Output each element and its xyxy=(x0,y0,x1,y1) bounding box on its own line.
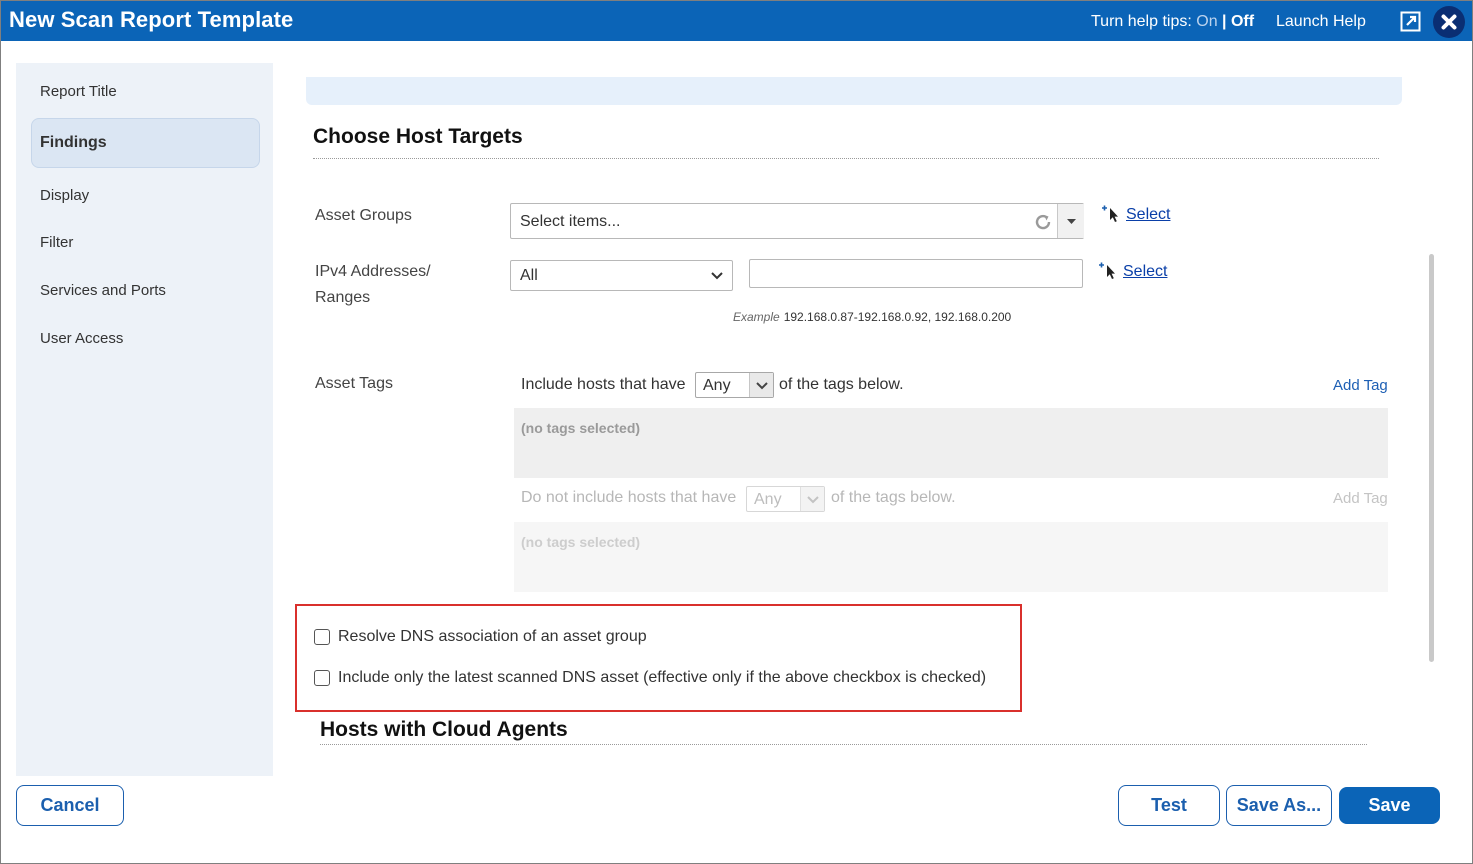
content-scrollbar[interactable] xyxy=(1429,254,1434,662)
include-match-select[interactable]: Any xyxy=(695,372,774,398)
exclude-hosts-prefix: Do not include hosts that have xyxy=(521,489,737,506)
asset-groups-placeholder: Select items... xyxy=(520,213,621,230)
help-tips-off[interactable]: Off xyxy=(1231,13,1254,30)
help-tips-separator: | xyxy=(1222,13,1227,30)
cancel-button[interactable]: Cancel xyxy=(16,785,124,826)
exclude-match-value: Any xyxy=(754,491,782,508)
save-as-button[interactable]: Save As... xyxy=(1226,785,1332,826)
resolve-dns-label: Resolve DNS association of an asset grou… xyxy=(338,628,647,645)
test-button[interactable]: Test xyxy=(1118,785,1220,826)
asset-tags-label: Asset Tags xyxy=(315,375,393,392)
window-title: New Scan Report Template xyxy=(9,7,294,32)
info-banner xyxy=(306,77,1402,105)
include-match-dropdown-button[interactable] xyxy=(749,373,773,397)
title-bar: New Scan Report Template Turn help tips:… xyxy=(1,1,1472,41)
popout-icon[interactable] xyxy=(1400,11,1421,32)
chevron-down-icon xyxy=(711,272,723,280)
save-button[interactable]: Save xyxy=(1339,787,1440,824)
include-match-value: Any xyxy=(703,377,731,394)
refresh-icon[interactable] xyxy=(1033,212,1053,232)
ipv4-mode-value: All xyxy=(520,267,538,284)
sidebar-item-display[interactable]: Display xyxy=(40,187,89,204)
asset-groups-select-link[interactable]: Select xyxy=(1126,206,1170,224)
launch-help-link[interactable]: Launch Help xyxy=(1276,13,1366,31)
help-tips-on[interactable]: On xyxy=(1196,13,1217,30)
dropdown-button[interactable] xyxy=(1057,204,1084,238)
close-icon[interactable] xyxy=(1433,6,1465,38)
ipv4-label-line1: IPv4 Addresses/ xyxy=(315,263,431,280)
exclude-tags-empty: (no tags selected) xyxy=(521,534,641,550)
sidebar-item-report-title[interactable]: Report Title xyxy=(40,83,117,100)
include-hosts-suffix: of the tags below. xyxy=(779,376,904,393)
sidebar-item-filter[interactable]: Filter xyxy=(40,234,73,251)
sidebar-nav: Report Title Findings Display Filter Ser… xyxy=(16,63,273,776)
asset-groups-label: Asset Groups xyxy=(315,207,412,224)
help-tips-prefix: Turn help tips: xyxy=(1091,13,1192,30)
section-divider xyxy=(320,744,1367,745)
resolve-dns-checkbox[interactable] xyxy=(314,629,330,645)
ipv4-range-input[interactable] xyxy=(749,259,1083,288)
add-tag-link[interactable]: Add Tag xyxy=(1333,377,1388,394)
latest-dns-label: Include only the latest scanned DNS asse… xyxy=(338,669,987,686)
example-label: Example xyxy=(733,310,780,324)
ipv4-example-hint: Example 192.168.0.87-192.168.0.92, 192.16… xyxy=(733,310,1011,324)
ipv4-mode-dropdown[interactable]: All xyxy=(510,260,733,291)
asset-groups-select[interactable]: Select items... xyxy=(510,203,1084,239)
example-value: 192.168.0.87-192.168.0.92, 192.168.0.200 xyxy=(783,310,1012,324)
include-hosts-prefix: Include hosts that have xyxy=(521,376,686,393)
exclude-hosts-suffix: of the tags below. xyxy=(831,489,956,506)
include-tags-empty: (no tags selected) xyxy=(521,420,641,436)
sidebar-item-services-and-ports[interactable]: Services and Ports xyxy=(40,282,166,299)
section-title-host-targets: Choose Host Targets xyxy=(313,125,523,148)
sidebar-item-findings[interactable]: Findings xyxy=(31,118,260,168)
ipv4-select-link[interactable]: Select xyxy=(1123,263,1167,281)
sidebar-item-label: Findings xyxy=(40,134,107,151)
exclude-match-dropdown-button[interactable] xyxy=(800,487,824,511)
sidebar-item-user-access[interactable]: User Access xyxy=(40,330,123,347)
report-template-window: New Scan Report Template Turn help tips:… xyxy=(0,0,1473,864)
dns-options-highlight xyxy=(295,604,1022,712)
caret-down-icon xyxy=(1067,219,1076,224)
include-tags-list: (no tags selected) xyxy=(514,408,1388,478)
chevron-down-icon xyxy=(807,496,819,504)
exclude-tags-list: (no tags selected) xyxy=(514,522,1388,592)
section-title-cloud-agents: Hosts with Cloud Agents xyxy=(320,718,568,741)
ipv4-label-line2: Ranges xyxy=(315,289,371,306)
exclude-match-select[interactable]: Any xyxy=(746,486,825,512)
chevron-down-icon xyxy=(756,382,768,390)
exclude-add-tag-link[interactable]: Add Tag xyxy=(1333,490,1388,507)
latest-dns-checkbox[interactable] xyxy=(314,670,330,686)
select-pointer-icon xyxy=(1099,262,1115,279)
help-tips-toggle: Turn help tips: On | Off xyxy=(1091,13,1254,31)
select-pointer-icon xyxy=(1102,205,1118,222)
section-divider xyxy=(313,158,1379,159)
